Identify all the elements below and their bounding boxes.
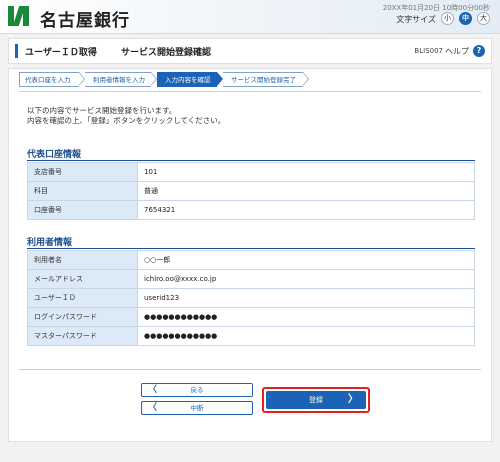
chevron-right-icon: 〉 bbox=[348, 394, 358, 405]
user-name-label: 利用者名 bbox=[27, 250, 138, 270]
step-2: 利用者情報を入力 bbox=[85, 72, 157, 87]
table-row: 支店番号 101 bbox=[27, 162, 475, 182]
fontsize-large-button[interactable]: 大 bbox=[477, 12, 490, 25]
register-button[interactable]: 登録 〉 bbox=[266, 391, 366, 409]
step-2-label: 利用者情報を入力 bbox=[93, 76, 145, 84]
table-row: ログインパスワード ●●●●●●●●●●●● bbox=[27, 307, 475, 327]
login-password-value: ●●●●●●●●●●●● bbox=[137, 307, 475, 327]
step-4-label: サービス開始登録完了 bbox=[231, 76, 296, 84]
back-button-label: 戻る bbox=[190, 386, 204, 394]
table-row: 科目 普通 bbox=[27, 181, 475, 201]
header: 名古屋銀行 20XX年01月20日 10時00分00秒 文字サイズ 小 中 大 bbox=[0, 0, 500, 34]
intro-line-1: 以下の内容でサービス開始登録を行います。 bbox=[27, 106, 177, 115]
title-bar: ユーザーＩＤ取得 サービス開始登録確認 BLIS007 ヘルプ ? bbox=[8, 38, 492, 64]
account-type-label: 科目 bbox=[27, 181, 138, 201]
step-3-label: 入力内容を確認 bbox=[165, 76, 211, 84]
divider bbox=[19, 369, 481, 370]
user-id-value: userid123 bbox=[137, 288, 475, 308]
bank-logo bbox=[8, 6, 34, 30]
user-section-title: 利用者情報 bbox=[27, 238, 73, 248]
help-icon[interactable]: ? bbox=[473, 45, 485, 57]
table-row: 口座番号 7654321 bbox=[27, 200, 475, 220]
intro-line-2: 内容を確認の上、「登録」ボタンをクリックしてください。 bbox=[27, 116, 226, 125]
branch-number-label: 支店番号 bbox=[27, 162, 138, 182]
account-type-value: 普通 bbox=[137, 181, 475, 201]
email-label: メールアドレス bbox=[27, 269, 138, 289]
cancel-button-label: 中断 bbox=[190, 404, 204, 412]
branch-number-value: 101 bbox=[137, 162, 475, 182]
fontsize-label: 文字サイズ bbox=[396, 15, 436, 24]
page-title: ユーザーＩＤ取得 bbox=[25, 48, 97, 58]
step-1-label: 代表口座を入力 bbox=[25, 76, 71, 84]
step-3-current: 入力内容を確認 bbox=[157, 72, 223, 87]
email-value: ichiro.oo@xxxx.co.jp bbox=[137, 269, 475, 289]
screen-id: BLIS007 bbox=[414, 47, 443, 55]
fontsize-medium-button[interactable]: 中 bbox=[459, 12, 472, 25]
account-number-label: 口座番号 bbox=[27, 200, 138, 220]
login-datetime: 20XX年01月20日 10時00分00秒 bbox=[382, 4, 490, 12]
table-row: ユーザーＩＤ userid123 bbox=[27, 288, 475, 308]
table-row: マスターパスワード ●●●●●●●●●●●● bbox=[27, 326, 475, 346]
bank-name: 名古屋銀行 bbox=[40, 11, 130, 31]
title-accent-bar bbox=[15, 44, 18, 58]
step-1: 代表口座を入力 bbox=[19, 72, 85, 87]
back-button[interactable]: 〈 戻る bbox=[141, 383, 253, 397]
fontsize-small-button[interactable]: 小 bbox=[441, 12, 454, 25]
login-password-label: ログインパスワード bbox=[27, 307, 138, 327]
master-password-value: ●●●●●●●●●●●● bbox=[137, 326, 475, 346]
main-panel: 代表口座を入力 利用者情報を入力 入力内容を確認 サービス開始登録完了 以下の内… bbox=[8, 68, 492, 442]
step-4: サービス開始登録完了 bbox=[223, 72, 309, 87]
cancel-button[interactable]: 〈 中断 bbox=[141, 401, 253, 415]
user-info-table: 利用者名 ○○一郎 メールアドレス ichiro.oo@xxxx.co.jp ユ… bbox=[27, 250, 475, 346]
divider bbox=[19, 91, 481, 92]
account-section-title: 代表口座情報 bbox=[27, 150, 82, 160]
master-password-label: マスターパスワード bbox=[27, 326, 138, 346]
table-row: メールアドレス ichiro.oo@xxxx.co.jp bbox=[27, 269, 475, 289]
account-section-rule bbox=[27, 160, 475, 161]
account-number-value: 7654321 bbox=[137, 200, 475, 220]
intro-text: 以下の内容でサービス開始登録を行います。 内容を確認の上、「登録」ボタンをクリッ… bbox=[27, 106, 225, 126]
table-row: 利用者名 ○○一郎 bbox=[27, 250, 475, 270]
account-info-table: 支店番号 101 科目 普通 口座番号 7654321 bbox=[27, 162, 475, 220]
page-subtitle: サービス開始登録確認 bbox=[121, 48, 212, 58]
user-name-value: ○○一郎 bbox=[137, 250, 475, 270]
register-button-highlight: 登録 〉 bbox=[262, 387, 370, 413]
user-id-label: ユーザーＩＤ bbox=[27, 288, 138, 308]
user-section-rule bbox=[27, 248, 475, 249]
help-link[interactable]: ヘルプ bbox=[445, 46, 469, 57]
